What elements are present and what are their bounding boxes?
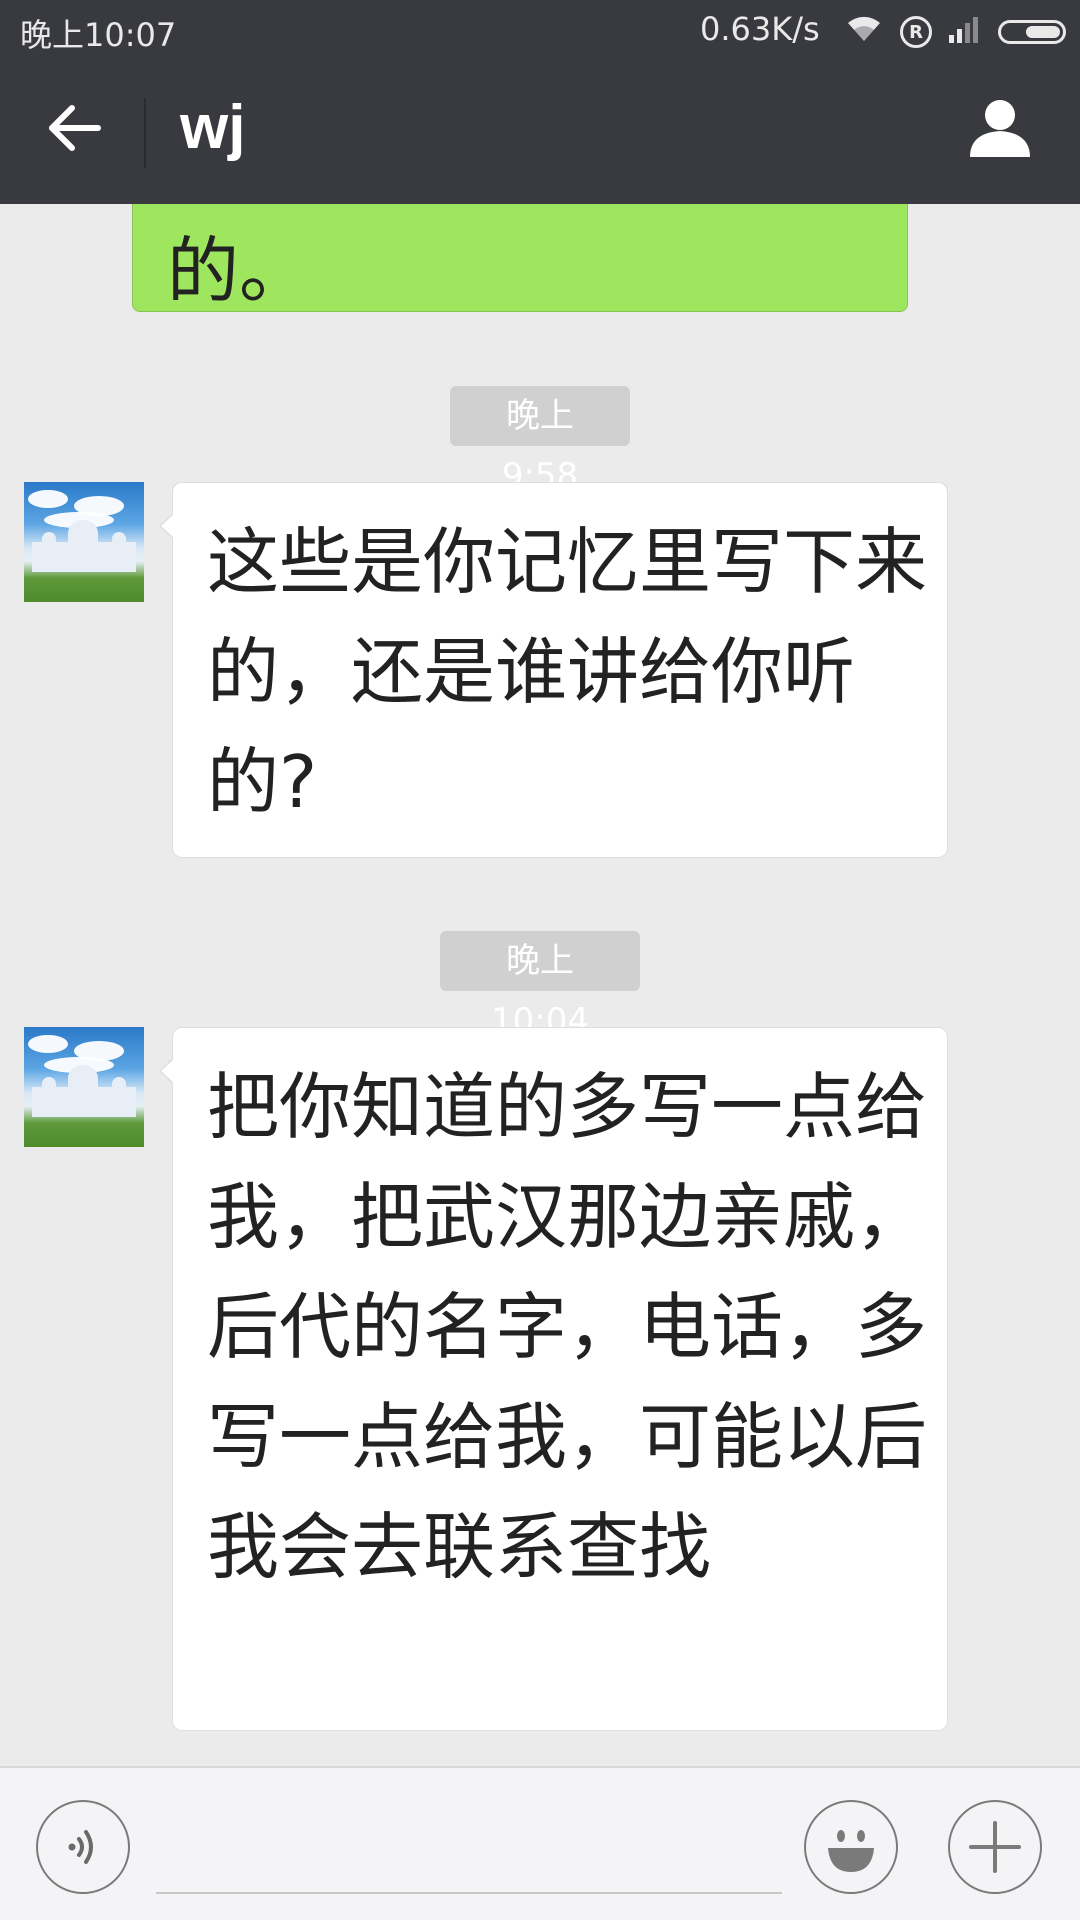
input-underline <box>156 1892 782 1894</box>
registered-icon: R <box>900 16 932 48</box>
battery-icon <box>998 20 1066 44</box>
more-button[interactable] <box>948 1800 1042 1894</box>
back-button[interactable] <box>36 90 112 166</box>
voice-button[interactable] <box>36 1800 130 1894</box>
message-text: 的。 <box>167 229 312 313</box>
status-icons: R <box>844 14 1066 50</box>
received-message-bubble[interactable]: 这些是你记忆里写下来的，还是谁讲给你听的? <box>159 482 948 858</box>
emoji-icon <box>828 1830 874 1872</box>
voice-icon <box>68 1830 93 1864</box>
contact-avatar[interactable] <box>24 1027 144 1147</box>
emoji-button[interactable] <box>804 1800 898 1894</box>
chat-screen: 晚上10:07 0.63K/s R wj 的。 晚上9:58 这些是你记忆里写下… <box>0 0 1080 1920</box>
profile-button[interactable] <box>960 88 1040 168</box>
header-divider <box>144 98 146 168</box>
message-timestamp: 晚上10:04 <box>440 931 640 1041</box>
input-bar <box>0 1766 1080 1920</box>
sent-message-bubble[interactable]: 的。 <box>132 204 908 312</box>
wifi-icon <box>844 13 884 51</box>
status-bar: 晚上10:07 0.63K/s R <box>0 0 1080 62</box>
message-list[interactable]: 的。 晚上9:58 这些是你记忆里写下来的，还是谁讲给你听的? 晚上10:04 <box>0 204 1080 1766</box>
status-time: 晚上10:07 <box>20 16 177 54</box>
signal-icon <box>948 13 982 51</box>
person-icon <box>970 100 1030 157</box>
chat-header: wj <box>0 62 1080 204</box>
arrow-left-icon <box>49 105 101 151</box>
message-input[interactable] <box>156 1798 782 1894</box>
plus-icon <box>969 1821 1021 1873</box>
received-message-bubble[interactable]: 把你知道的多写一点给我，把武汉那边亲戚，后代的名字，电话，多写一点给我，可能以后… <box>159 1027 948 1731</box>
contact-avatar[interactable] <box>24 482 144 602</box>
chat-title: wj <box>180 93 246 162</box>
message-text: 把你知道的多写一点给我，把武汉那边亲戚，后代的名字，电话，多写一点给我，可能以后… <box>207 1065 928 1589</box>
message-text: 这些是你记忆里写下来的，还是谁讲给你听的? <box>207 520 928 824</box>
network-speed: 0.63K/s <box>700 10 820 48</box>
message-timestamp: 晚上9:58 <box>450 386 630 496</box>
